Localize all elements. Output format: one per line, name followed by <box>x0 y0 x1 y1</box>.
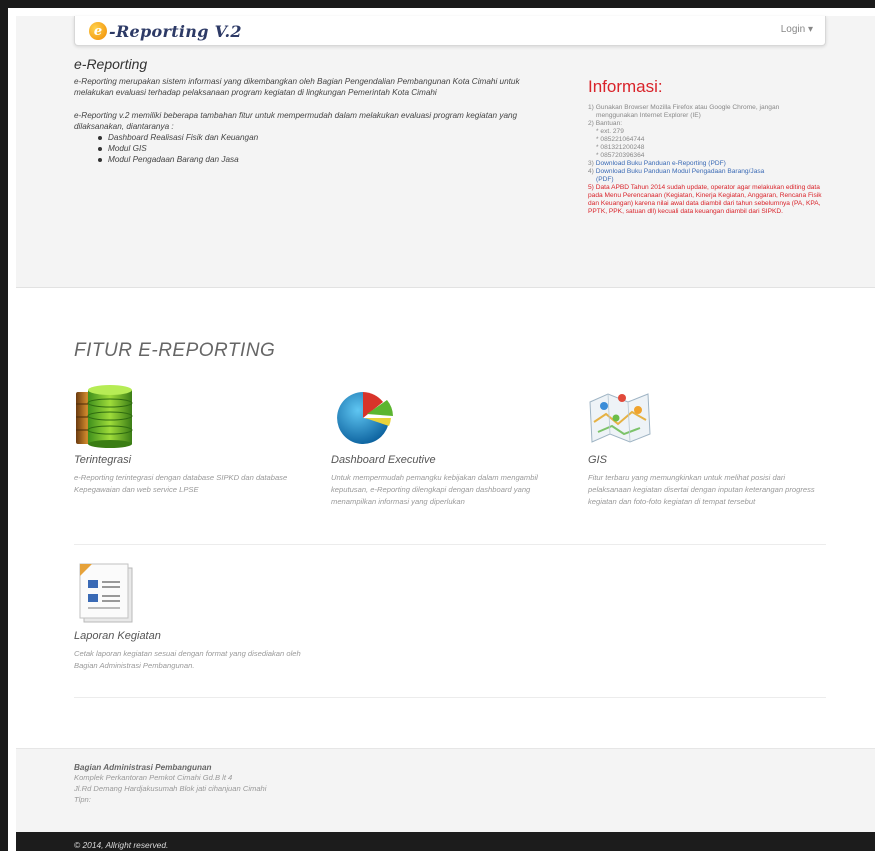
feature-description: Cetak laporan kegiatan sesuai dengan for… <box>74 649 301 670</box>
intro-paragraph-2: e-Reporting v.2 memiliki beberapa tambah… <box>74 111 518 131</box>
download-procurement-guide-link-pdf[interactable]: (PDF) <box>596 176 614 183</box>
feature-title: Dashboard Executive <box>331 454 436 466</box>
list-item: Modul GIS <box>98 143 554 154</box>
feature-description: Untuk mempermudah pemangku kebijakan dal… <box>331 473 538 506</box>
footer-org-name: Bagian Administrasi Pembangunan <box>74 763 212 772</box>
info-title: Informasi: <box>588 77 663 96</box>
brand-e-icon: e <box>89 22 107 40</box>
feature-title: Laporan Kegiatan <box>74 630 161 642</box>
feature-card-dashboard: Dashboard Executive Untuk mempermudah pe… <box>331 384 571 508</box>
intro-title: e-Reporting <box>74 56 148 72</box>
login-dropdown[interactable]: Login ▾ <box>781 24 813 35</box>
navbar: e -Reporting V.2 Login ▾ <box>74 16 826 46</box>
contact-item: * 085720396364 <box>596 152 645 159</box>
info-item-3: 3) Download Buku Panduan e-Reporting (PD… <box>588 160 828 168</box>
feature-title: Terintegrasi <box>74 454 132 466</box>
footer-bar: © 2014, Allright reserved. <box>16 832 875 851</box>
browser-viewport: e -Reporting V.2 Login ▾ e-Reporting e-R… <box>0 0 875 851</box>
brand-title: -Reporting V.2 <box>109 21 242 41</box>
footer-contact: Bagian Administrasi Pembangunan Komplek … <box>16 748 875 832</box>
contact-item: * 085221064744 <box>596 136 645 143</box>
footer-address-line: Jl.Rd Demang Hardjakusumah Blok jati cih… <box>74 784 267 793</box>
footer-address-line: Komplek Perkantoran Pemkot Cimahi Gd.B l… <box>74 773 233 782</box>
info-item-2: 2) Bantuan: <box>588 120 623 127</box>
section-title: FITUR E-REPORTING <box>74 340 276 361</box>
info-item-4: 4) Download Buku Panduan Modul Pengadaan… <box>588 168 828 176</box>
list-item: Modul Pengadaan Barang dan Jasa <box>98 154 554 165</box>
download-procurement-guide-link[interactable]: Download Buku Panduan Modul Pengadaan Ba… <box>596 168 765 175</box>
map-icon <box>588 384 652 448</box>
list-item: Dashboard Realisasi Fisik dan Keuangan <box>98 132 554 143</box>
info-item-4b: (PDF) <box>588 176 828 184</box>
info-item-5: 5) Data APBD Tahun 2014 sudah update, op… <box>588 184 822 215</box>
database-icon <box>74 384 138 448</box>
feature-card-integrated: Terintegrasi e-Reporting terintegrasi de… <box>74 384 314 496</box>
feature-card-report: Laporan Kegiatan Cetak laporan kegiatan … <box>74 560 314 672</box>
info-item-1: 1) Gunakan Browser Mozilla Firefox atau … <box>588 104 780 111</box>
feature-description: Fitur terbaru yang memungkinkan untuk me… <box>588 473 815 506</box>
feature-card-gis: GIS Fitur terbaru yang memungkinkan untu… <box>588 384 828 508</box>
contact-item: * ext. 279 <box>596 128 624 135</box>
header-section: e -Reporting V.2 Login ▾ e-Reporting e-R… <box>16 16 875 288</box>
info-item-3-prefix: 3) <box>588 160 594 167</box>
feature-title: GIS <box>588 454 607 466</box>
info-item-4-prefix: 4) <box>588 168 594 175</box>
download-guide-link[interactable]: Download Buku Panduan e-Reporting (PDF) <box>596 160 726 167</box>
footer-phone: Tlpn: <box>74 795 91 804</box>
intro-paragraph-1: e-Reporting merupakan sistem informasi y… <box>74 77 520 97</box>
row-divider <box>74 544 826 545</box>
pie-chart-icon <box>331 384 395 448</box>
brand-logo[interactable]: e -Reporting V.2 <box>89 19 242 43</box>
info-item-1b: menggunakan Internet Explorer (IE) <box>596 112 701 119</box>
contact-item: * 081321200248 <box>596 144 645 151</box>
intro-feature-list: Dashboard Realisasi Fisik dan Keuangan M… <box>98 132 554 165</box>
feature-description: e-Reporting terintegrasi dengan database… <box>74 473 288 494</box>
copyright-text: © 2014, Allright reserved. <box>74 840 169 850</box>
info-panel: Informasi: 1) Gunakan Browser Mozilla Fi… <box>588 77 828 216</box>
intro-panel: e-Reporting e-Reporting merupakan sistem… <box>74 56 554 165</box>
row-divider <box>74 697 826 698</box>
report-document-icon <box>74 560 138 624</box>
